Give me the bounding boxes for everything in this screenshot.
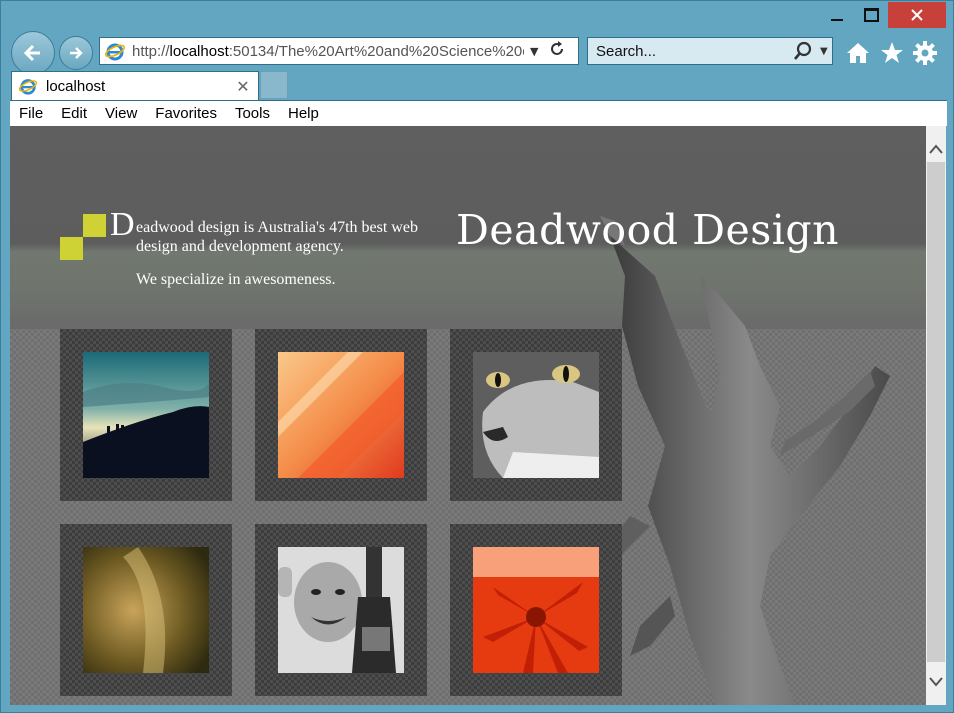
gallery-image-landscape [83,352,209,478]
close-button[interactable] [888,2,946,28]
maximize-button[interactable] [854,2,888,28]
tagline-text: eadwood design is Australia's 47th best … [136,219,418,255]
search-dropdown-icon[interactable]: ▼ [820,46,828,57]
arrow-right-icon [70,47,83,59]
search-icon[interactable] [792,40,814,62]
tagline: D eadwood design is Australia's 47th bes… [110,208,455,289]
new-tab-button[interactable] [260,71,288,99]
vertical-scrollbar[interactable] [926,126,946,705]
url-prefix: http:// [132,42,170,60]
tagline-secondary: We specialize in awesomeness. [136,271,336,288]
url-host: localhost [169,42,229,60]
gallery-tile[interactable] [450,329,622,501]
forward-button[interactable] [59,36,93,70]
menu-favorites[interactable]: Favorites [146,101,226,127]
menu-edit[interactable]: Edit [52,101,96,127]
dead-tree-image [590,216,890,705]
menu-bar: File Edit View Favorites Tools Help [10,100,947,126]
gallery-tile[interactable] [60,524,232,696]
browser-window: http://localhost:50134/The%20Art%20and%2… [0,0,954,713]
gallery-tile[interactable] [450,524,622,696]
address-dropdown-icon[interactable]: ▼ [530,45,544,58]
gallery-image-fabric [278,352,404,478]
menu-file[interactable]: File [10,101,52,127]
gallery-tile[interactable] [255,329,427,501]
gallery-image-golden [83,547,209,673]
refresh-icon[interactable] [548,40,568,62]
close-icon [911,9,923,21]
gallery-tile[interactable] [60,329,232,501]
address-url[interactable]: http://localhost:50134/The%20Art%20and%2… [132,43,524,60]
ie-logo-icon [104,43,126,61]
gallery-image-red-flower [473,547,599,673]
browser-tab[interactable]: localhost ✕ [11,71,259,100]
menu-view[interactable]: View [96,101,146,127]
favorites-star-icon[interactable] [878,39,906,67]
search-input[interactable] [594,41,778,61]
scroll-down-icon[interactable] [926,667,946,697]
gallery-image-man-bottle [278,547,404,673]
menu-help[interactable]: Help [279,101,328,127]
home-icon[interactable] [844,39,872,67]
site-brand-title: Deadwood Design [456,206,840,254]
scroll-thumb[interactable] [927,162,945,662]
scroll-up-icon[interactable] [926,134,946,164]
page-viewport: D eadwood design is Australia's 47th bes… [10,126,926,705]
tab-ie-logo-icon [18,79,38,95]
arrow-left-icon [23,44,40,62]
tagline-dropcap: D [110,206,135,243]
gallery-image-cat [473,352,599,478]
address-bar[interactable]: http://localhost:50134/The%20Art%20and%2… [99,37,579,65]
settings-gear-icon[interactable] [911,39,939,67]
search-box[interactable]: ▼ [587,37,833,65]
tab-title: localhost [46,77,106,95]
menu-tools[interactable]: Tools [226,101,279,127]
gallery-tile[interactable] [255,524,427,696]
back-button[interactable] [11,31,55,75]
tab-close-icon[interactable]: ✕ [234,77,252,96]
minimize-button[interactable] [820,2,854,28]
url-path: :50134/The%20Art%20and%20Science%20o [228,42,524,60]
